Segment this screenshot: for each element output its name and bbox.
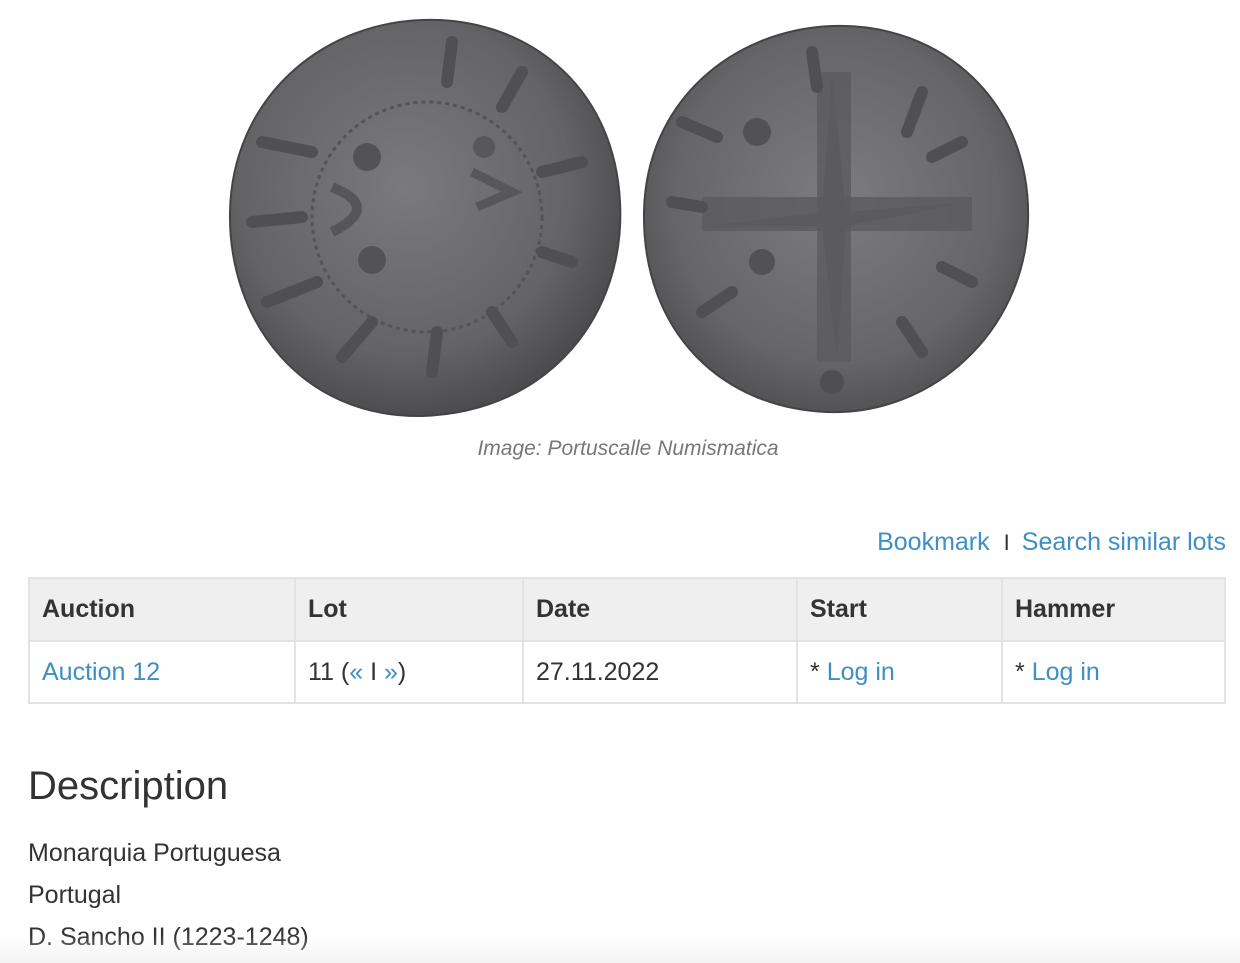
- previous-lot-link[interactable]: «: [349, 658, 363, 686]
- hammer-cell: * Log in: [1001, 640, 1226, 704]
- description-body: Monarquia Portuguesa Portugal D. Sancho …: [28, 834, 309, 960]
- column-header-date: Date: [522, 577, 798, 642]
- start-cell: * Log in: [796, 640, 1003, 704]
- actions-separator: I: [1003, 530, 1010, 555]
- page: Image: Portuscalle Numismatica Bookmark I…: [0, 0, 1240, 963]
- search-similar-lots-link[interactable]: Search similar lots: [1022, 528, 1226, 556]
- table-header-row: Auction Lot Date Start Hammer: [28, 577, 1226, 642]
- image-caption: Image: Portuscalle Numismatica: [477, 437, 779, 460]
- hammer-login-link[interactable]: Log in: [1032, 658, 1100, 686]
- description-heading: Description: [28, 764, 229, 808]
- lot-nav-separator: I: [370, 657, 378, 686]
- description-line: D. Sancho II (1223-1248): [28, 923, 309, 951]
- hammer-asterisk: *: [1015, 657, 1025, 686]
- description-line: Monarquia Portuguesa: [28, 839, 281, 867]
- auction-link[interactable]: Auction 12: [42, 658, 160, 686]
- next-lot-link[interactable]: »: [384, 658, 398, 686]
- description-line: Portugal: [28, 881, 122, 909]
- start-login-link[interactable]: Log in: [827, 658, 895, 686]
- coin-image[interactable]: [222, 12, 1032, 422]
- coin-reverse: [642, 24, 1030, 414]
- lot-cell: 11 (« I »): [294, 640, 524, 704]
- lot-nav-open-paren: (: [340, 657, 350, 686]
- date-cell: 27.11.2022: [522, 640, 798, 704]
- table-row: Auction 12 11 (« I ») 27.11.2022 * Log i…: [28, 640, 1226, 704]
- lot-nav-close-paren: ): [397, 657, 407, 686]
- lot-number: 11: [308, 657, 334, 686]
- lot-actions: Bookmark I Search similar lots: [877, 528, 1226, 557]
- column-header-hammer: Hammer: [1001, 577, 1226, 642]
- lot-info-table: Auction Lot Date Start Hammer Auction 12…: [28, 577, 1226, 704]
- coin-obverse: [228, 18, 622, 418]
- bookmark-link[interactable]: Bookmark: [877, 528, 990, 556]
- start-asterisk: *: [810, 657, 820, 686]
- column-header-auction: Auction: [28, 577, 296, 642]
- column-header-lot: Lot: [294, 577, 524, 642]
- column-header-start: Start: [796, 577, 1003, 642]
- auction-cell: Auction 12: [28, 640, 296, 704]
